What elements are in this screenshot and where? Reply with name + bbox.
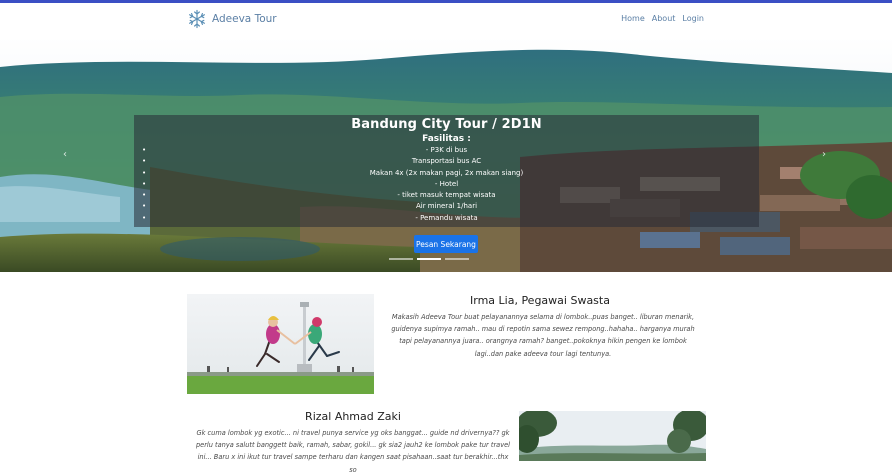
snowflake-logo-icon [188,9,205,29]
carousel-prev-icon[interactable]: ‹ [63,149,67,160]
testimonial-photo-2 [519,411,706,461]
navbar: Adeeva Tour Home About Login [0,3,892,37]
facility-item: Transportasi bus AC [134,156,759,168]
carousel-indicator-active[interactable] [417,258,441,260]
nav-link-home[interactable]: Home [621,14,645,23]
facility-item: Makan 4x (2x makan pagi, 2x makan siang) [134,168,759,180]
facility-item: - tiket masuk tempat wisata [134,190,759,202]
hero-carousel: ‹ › Bandung City Tour / 2D1N Fasilitas :… [0,37,892,272]
carousel-indicators [389,258,469,260]
brand-name: Adeeva Tour [212,13,277,25]
carousel-next-icon[interactable]: › [822,149,826,160]
facility-item: - Hotel [134,179,759,191]
nav-link-login[interactable]: Login [682,14,704,23]
carousel-indicator[interactable] [445,258,469,260]
facility-item: - P3K di bus [134,145,759,157]
facility-item: - Pemandu wisata [134,213,759,225]
facility-item: Air mineral 1/hari [134,201,759,213]
testimonial-name-1: Irma Lia, Pegawai Swasta [470,294,610,307]
carousel-indicator[interactable] [389,258,413,260]
testimonial-name-2: Rizal Ahmad Zaki [305,410,401,423]
testimonial-quote-2: Gk cuma lombok yg exotic... ni travel pu… [195,429,510,474]
order-now-button[interactable]: Pesan Sekarang [414,235,478,253]
facilities-heading: Fasilitas : [422,134,471,144]
tour-title: Bandung City Tour / 2D1N [351,117,542,132]
nav-link-about[interactable]: About [652,14,676,23]
nav-links: Home About Login [621,14,704,23]
testimonial-quote-1: Makasih Adeeva Tour buat pelayanannya se… [391,313,695,358]
testimonial-photo-1 [187,294,374,394]
hero-caption-box: Bandung City Tour / 2D1N Fasilitas : - P… [134,115,759,227]
brand-link[interactable]: Adeeva Tour [187,9,277,29]
facilities-list: - P3K di bus Transportasi bus AC Makan 4… [134,145,759,224]
